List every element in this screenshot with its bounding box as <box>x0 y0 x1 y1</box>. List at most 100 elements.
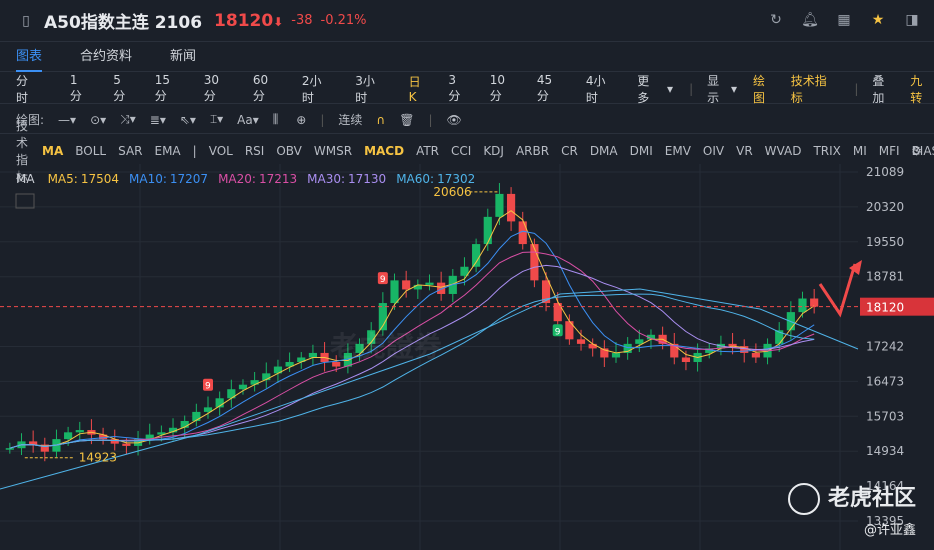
display-menu[interactable]: 显示 <box>707 72 731 106</box>
ma-legend-0: MA <box>16 172 35 186</box>
nine-turn-label: 9 <box>555 327 561 337</box>
candle-body <box>483 216 492 245</box>
indicator-obv[interactable]: OBV <box>276 144 302 158</box>
indicator-trix[interactable]: TRIX <box>813 144 840 158</box>
grid-icon[interactable]: ▦ <box>834 10 854 30</box>
indicator-list: MA BOLL SAR EMA | VOL RSI OBV WMSR MACD ATR CCI KDJ A… <box>42 144 934 158</box>
sidebar-toggle-icon[interactable]: ▯ <box>16 11 36 31</box>
candle-body <box>576 339 586 344</box>
period-11[interactable]: 45分 <box>537 73 564 104</box>
candle-body <box>250 380 259 385</box>
indicator-vr[interactable]: VR <box>736 144 753 158</box>
arrow-tool-icon[interactable]: ⇖▾ <box>180 113 196 127</box>
level-tool-icon[interactable]: ⌶▾ <box>210 112 223 127</box>
price-axis-label: 17242 <box>866 340 904 354</box>
period-3[interactable]: 15分 <box>155 73 182 104</box>
candle-body <box>810 298 819 307</box>
period-5[interactable]: 60分 <box>253 73 280 104</box>
nine-turn-label: 9 <box>205 382 211 392</box>
indicator-dmi[interactable]: DMI <box>630 144 653 158</box>
panel-icon[interactable]: ◨ <box>902 10 922 30</box>
tab-chart[interactable]: 图表 <box>16 42 43 72</box>
indicator-macd[interactable]: MACD <box>364 144 404 158</box>
chevron-down-icon: ▾ <box>667 81 674 96</box>
author-watermark: @许亚鑫 <box>863 523 916 538</box>
period-9[interactable]: 3分 <box>448 73 467 104</box>
candle-body <box>5 448 14 450</box>
measure-tool-icon[interactable]: ⫼ <box>273 112 279 127</box>
shape-tool-icon[interactable]: ⊙▾ <box>90 113 106 127</box>
indicator-emv[interactable]: EMV <box>665 144 691 158</box>
period-2[interactable]: 5分 <box>113 73 132 104</box>
ma-legend-2: MA10: 17207 <box>129 172 209 186</box>
path-tool-icon[interactable]: ⤨▾ <box>120 112 136 127</box>
period-6[interactable]: 2小时 <box>302 72 333 106</box>
period-8[interactable]: 日K <box>409 73 429 104</box>
indicator-mfi[interactable]: MFI <box>879 144 900 158</box>
ma-legend-1: MA5: 17504 <box>47 172 119 186</box>
price-change-pct: -0.21% <box>320 13 367 28</box>
indicator-vol[interactable]: VOL <box>209 144 233 158</box>
magnet-icon[interactable]: ∩ <box>376 113 385 127</box>
fib-tool-icon[interactable]: ≣▾ <box>150 113 166 127</box>
tab-contract-info[interactable]: 合约资料 <box>80 42 132 72</box>
indicator-arbr[interactable]: ARBR <box>516 144 549 158</box>
instrument-title: A50指数主连 2106 <box>44 13 203 33</box>
bell-icon[interactable]: 🔔︎ <box>800 10 820 30</box>
community-watermark: 老虎社区 <box>787 480 916 515</box>
indicator-bar: 技术指标: MA BOLL SAR EMA | VOL RSI OBV WMSR MACD ATR C… <box>0 119 934 184</box>
indicator-atr[interactable]: ATR <box>416 144 439 158</box>
candle-body <box>64 432 73 440</box>
ma-legend: MA MA5: 17504 MA10: 17207 MA20: 17213 MA30: 1713… <box>16 172 475 186</box>
indicator-cci[interactable]: CCI <box>451 144 471 158</box>
indicator-sar[interactable]: SAR <box>118 144 142 158</box>
period-0[interactable]: 分时 <box>16 72 40 106</box>
zoom-icon[interactable]: ⊕ <box>296 113 306 127</box>
last-price: 18120⬇ <box>214 10 284 31</box>
indicator-ema[interactable]: EMA <box>155 144 181 158</box>
indicator-oiv[interactable]: OIV <box>703 144 724 158</box>
continuous-mode[interactable]: 连续 <box>338 111 362 128</box>
period-7[interactable]: 3小时 <box>355 72 386 106</box>
settings-icon[interactable]: ⚙ <box>911 144 922 158</box>
star-icon[interactable]: ★ <box>868 10 888 30</box>
indicator-boll[interactable]: BOLL <box>75 144 106 158</box>
candle-body <box>472 244 481 267</box>
period-1[interactable]: 1分 <box>70 73 89 104</box>
tab-bar: 图表 合约资料 新闻 <box>0 42 934 72</box>
candle-body <box>495 193 504 217</box>
overlay-button[interactable]: 叠加 <box>872 72 896 106</box>
price-axis-label: 21089 <box>866 165 904 179</box>
drawing-toolbar: 绘图: —▾ ⊙▾ ⤨▾ ≣▾ ⇖▾ ⌶▾ Aa▾ ⫼ ⊕ | 连续 ∩ 🗑︎ … <box>0 106 934 134</box>
indicator-rsi[interactable]: RSI <box>245 144 265 158</box>
period-12[interactable]: 4小时 <box>586 72 617 106</box>
refresh-icon[interactable]: ↻ <box>766 10 786 30</box>
indicators-button[interactable]: 技术指标 <box>791 72 839 106</box>
line-tool-icon[interactable]: —▾ <box>58 113 76 127</box>
eye-icon[interactable]: 👁︎ <box>447 113 462 127</box>
draw-button[interactable]: 绘图 <box>753 72 777 106</box>
low-label: 14923 <box>79 451 117 465</box>
period-10[interactable]: 10分 <box>490 73 517 104</box>
tab-news[interactable]: 新闻 <box>170 42 196 72</box>
indicator-ma[interactable]: MA <box>42 144 63 158</box>
candle-body <box>390 280 399 304</box>
candle-body <box>425 282 434 285</box>
trash-icon[interactable]: 🗑︎ <box>399 113 414 127</box>
indicator-kdj[interactable]: KDJ <box>483 144 504 158</box>
indicator-wmsr[interactable]: WMSR <box>314 144 352 158</box>
indicator-mi[interactable]: MI <box>853 144 867 158</box>
more-periods[interactable]: 更多 <box>637 72 661 106</box>
text-tool-icon[interactable]: Aa▾ <box>237 113 259 127</box>
candle-body <box>507 193 516 222</box>
period-4[interactable]: 30分 <box>204 73 231 104</box>
indicator-cr[interactable]: CR <box>561 144 578 158</box>
nine-turn-button[interactable]: 九转 <box>910 72 934 106</box>
price-axis-label: 15703 <box>866 409 904 423</box>
indicator-wvad[interactable]: WVAD <box>765 144 802 158</box>
ma-legend-3: MA20: 17213 <box>218 172 298 186</box>
divider: | <box>192 144 197 158</box>
high-label: 20606 <box>433 185 471 199</box>
indicator-dma[interactable]: DMA <box>590 144 618 158</box>
candle-body <box>29 441 38 445</box>
